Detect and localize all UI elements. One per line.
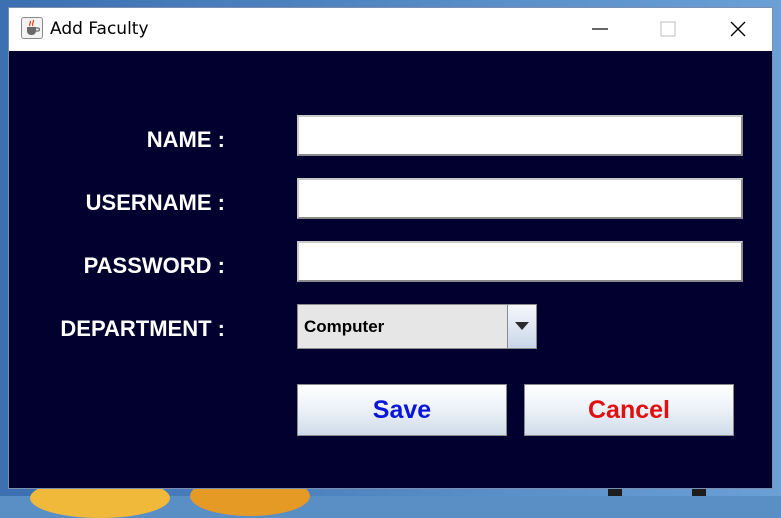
add-faculty-window: Add Faculty NAME : USERNAME : PASSWORD :… bbox=[9, 8, 772, 488]
maximize-button[interactable] bbox=[634, 8, 702, 51]
minimize-button[interactable] bbox=[566, 8, 634, 51]
name-label: NAME : bbox=[146, 127, 225, 152]
department-selected-value: Computer bbox=[304, 317, 385, 336]
window-title: Add Faculty bbox=[50, 19, 149, 39]
cancel-button[interactable]: Cancel bbox=[524, 384, 734, 436]
username-field[interactable] bbox=[297, 178, 743, 219]
save-button[interactable]: Save bbox=[297, 384, 507, 436]
password-label: PASSWORD : bbox=[83, 253, 225, 278]
java-cup-icon[interactable] bbox=[21, 17, 43, 39]
dropdown-arrow-button[interactable] bbox=[507, 305, 536, 348]
title-bar[interactable]: Add Faculty bbox=[9, 8, 772, 51]
department-label: DEPARTMENT : bbox=[60, 316, 225, 341]
name-field[interactable] bbox=[297, 115, 743, 156]
department-dropdown[interactable]: Computer bbox=[297, 304, 537, 349]
maximize-icon bbox=[660, 21, 676, 37]
chevron-down-icon bbox=[515, 322, 529, 330]
password-field[interactable] bbox=[297, 241, 743, 282]
close-button[interactable] bbox=[704, 8, 772, 51]
username-label: USERNAME : bbox=[85, 190, 225, 215]
close-icon bbox=[730, 21, 746, 37]
minimize-icon bbox=[592, 28, 608, 30]
